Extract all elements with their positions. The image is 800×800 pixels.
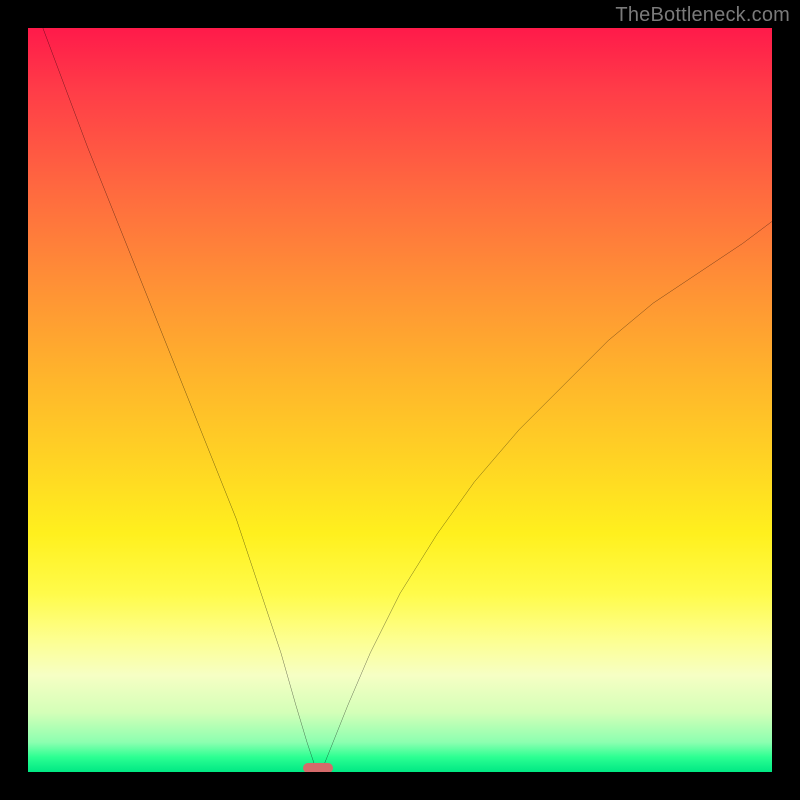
plot-area [28, 28, 772, 772]
bottleneck-curve [28, 28, 772, 772]
minimum-marker [303, 763, 333, 772]
chart-frame: TheBottleneck.com [0, 0, 800, 800]
curve-path [43, 28, 772, 772]
watermark-text: TheBottleneck.com [615, 4, 790, 27]
